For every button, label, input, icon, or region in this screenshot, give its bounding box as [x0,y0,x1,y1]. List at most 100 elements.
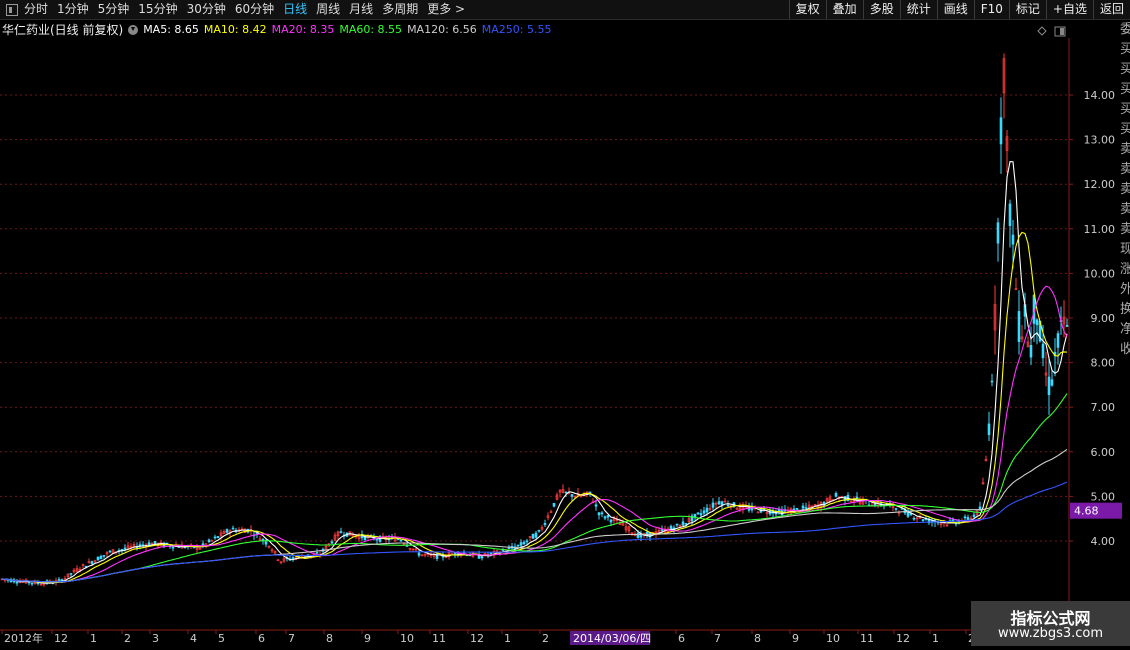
period-tabs: 分时 1分钟 5分钟 15分钟 30分钟 60分钟 日线 周线 月线 多周期 更多 > [0,0,474,19]
settings-dropdown-icon[interactable] [128,24,139,35]
candle-body [516,544,520,547]
y-tick-label: 7.00 [1091,401,1116,414]
candle-body [597,512,601,516]
candle-body [1008,203,1012,226]
candle-body [96,556,100,561]
candle-body [216,536,220,538]
candle-body [507,547,511,550]
period-tab-0[interactable]: 分时 [24,0,48,19]
y-tick-label: 6.00 [1091,446,1116,459]
action-button-2[interactable]: 多股 [862,0,900,19]
action-button-4[interactable]: 画线 [936,0,974,19]
candle-body [912,517,916,520]
candle-body [795,507,799,510]
period-tab-1[interactable]: 1分钟 [57,0,89,19]
x-tick-label: 12 [54,632,68,645]
top-toolbar: 分时 1分钟 5分钟 15分钟 30分钟 60分钟 日线 周线 月线 多周期 更多 > 复权 叠加 多股… [0,0,1130,20]
candle-body [201,543,205,546]
action-button-3[interactable]: 统计 [899,0,937,19]
period-tab-3[interactable]: 15分钟 [138,0,177,19]
x-tick-label: 11 [860,632,874,645]
action-button-1[interactable]: 叠加 [825,0,863,19]
candle-body [804,507,808,509]
action-button-8[interactable]: 返回 [1092,0,1130,19]
period-tab-8[interactable]: 月线 [349,0,373,19]
candle-body [171,546,175,549]
period-tab-2[interactable]: 5分钟 [98,0,130,19]
x-tick-label: 2 [542,632,549,645]
candle-body [123,547,127,550]
candle-body [552,502,556,507]
candle-body [1056,333,1060,348]
action-button-0[interactable]: 复权 [788,0,826,19]
period-tab-9[interactable]: 多周期 [382,0,418,19]
window-toggle-fill [1060,28,1064,35]
info-sidebar-edge: 委买买买买买卖卖卖卖卖现涨外换净收 [1120,22,1130,357]
x-tick-label: 6 [258,632,265,645]
action-button-7[interactable]: +自选 [1045,0,1093,19]
diamond-icon[interactable] [1037,26,1047,36]
period-tab-4[interactable]: 30分钟 [187,0,226,19]
candle-body [525,540,529,543]
candle-body [972,514,976,517]
period-tab-6[interactable]: 日线 [283,0,307,19]
candle-body [1017,311,1021,342]
candle-body [684,522,688,525]
candle-body [702,510,706,514]
candle-body [1011,234,1015,245]
candle-body [339,531,343,534]
x-tick-label: 10 [400,632,414,645]
candle-body [15,581,19,584]
price-chart[interactable]: 14.0013.0012.0011.0010.009.008.007.006.0… [0,38,1130,650]
candle-body [564,491,568,494]
x-tick-label: 10 [826,632,840,645]
candle-body [609,519,613,523]
y-tick-label: 8.00 [1091,357,1116,370]
ma-line-ma250 [1,481,1068,583]
action-button-6[interactable]: 标记 [1008,0,1046,19]
x-tick-label: 1 [504,632,511,645]
x-tick-label: 3 [152,632,159,645]
ma-label-ma20: MA20: 8.35 [271,23,335,36]
candle-body [225,529,229,533]
candle-body [1041,343,1045,359]
ma-label-ma5: MA5: 8.65 [143,23,199,36]
candle-body [57,579,61,581]
x-tick-label: 4 [190,632,197,645]
candle-body [963,516,967,519]
candle-body [102,555,106,557]
candle-body [153,541,157,545]
candle-body [720,501,724,506]
candle-body [726,504,730,507]
candle-body [99,555,103,560]
period-tab-5[interactable]: 60分钟 [235,0,274,19]
y-tick-label: 13.00 [1084,134,1116,147]
candle-body [69,573,73,575]
y-tick-label: 11.00 [1084,223,1116,236]
candle-body [1047,376,1051,396]
x-tick-label: 9 [792,632,799,645]
candle-body [375,538,379,541]
y-tick-label: 5.00 [1091,490,1116,503]
action-button-5[interactable]: F10 [973,0,1009,19]
candle-body [480,556,484,559]
period-tab-10[interactable]: 更多 > [427,0,465,19]
y-tick-label: 10.00 [1084,267,1116,280]
candle-body [594,504,598,507]
crosshair-date-label: 2014/03/06/四 [573,632,651,645]
candle-body [660,529,664,531]
period-tab-7[interactable]: 周线 [316,0,340,19]
action-buttons: 复权 叠加 多股 统计 画线 F10 标记 +自选 返回 [788,0,1130,19]
menu-icon[interactable] [6,3,18,16]
candle-body [108,550,112,553]
candle-body [330,541,334,544]
x-tick-label: 6 [678,632,685,645]
candle-body [987,423,991,436]
candle-body [30,582,34,585]
ma-label-ma10: MA10: 8.42 [203,23,267,36]
candle-body [801,505,805,509]
y-tick-label: 14.00 [1084,89,1116,102]
stock-title: 华仁药业(日线 前复权) [2,23,124,37]
x-tick-label: 8 [326,632,333,645]
ma-line-ma20 [1,285,1068,583]
